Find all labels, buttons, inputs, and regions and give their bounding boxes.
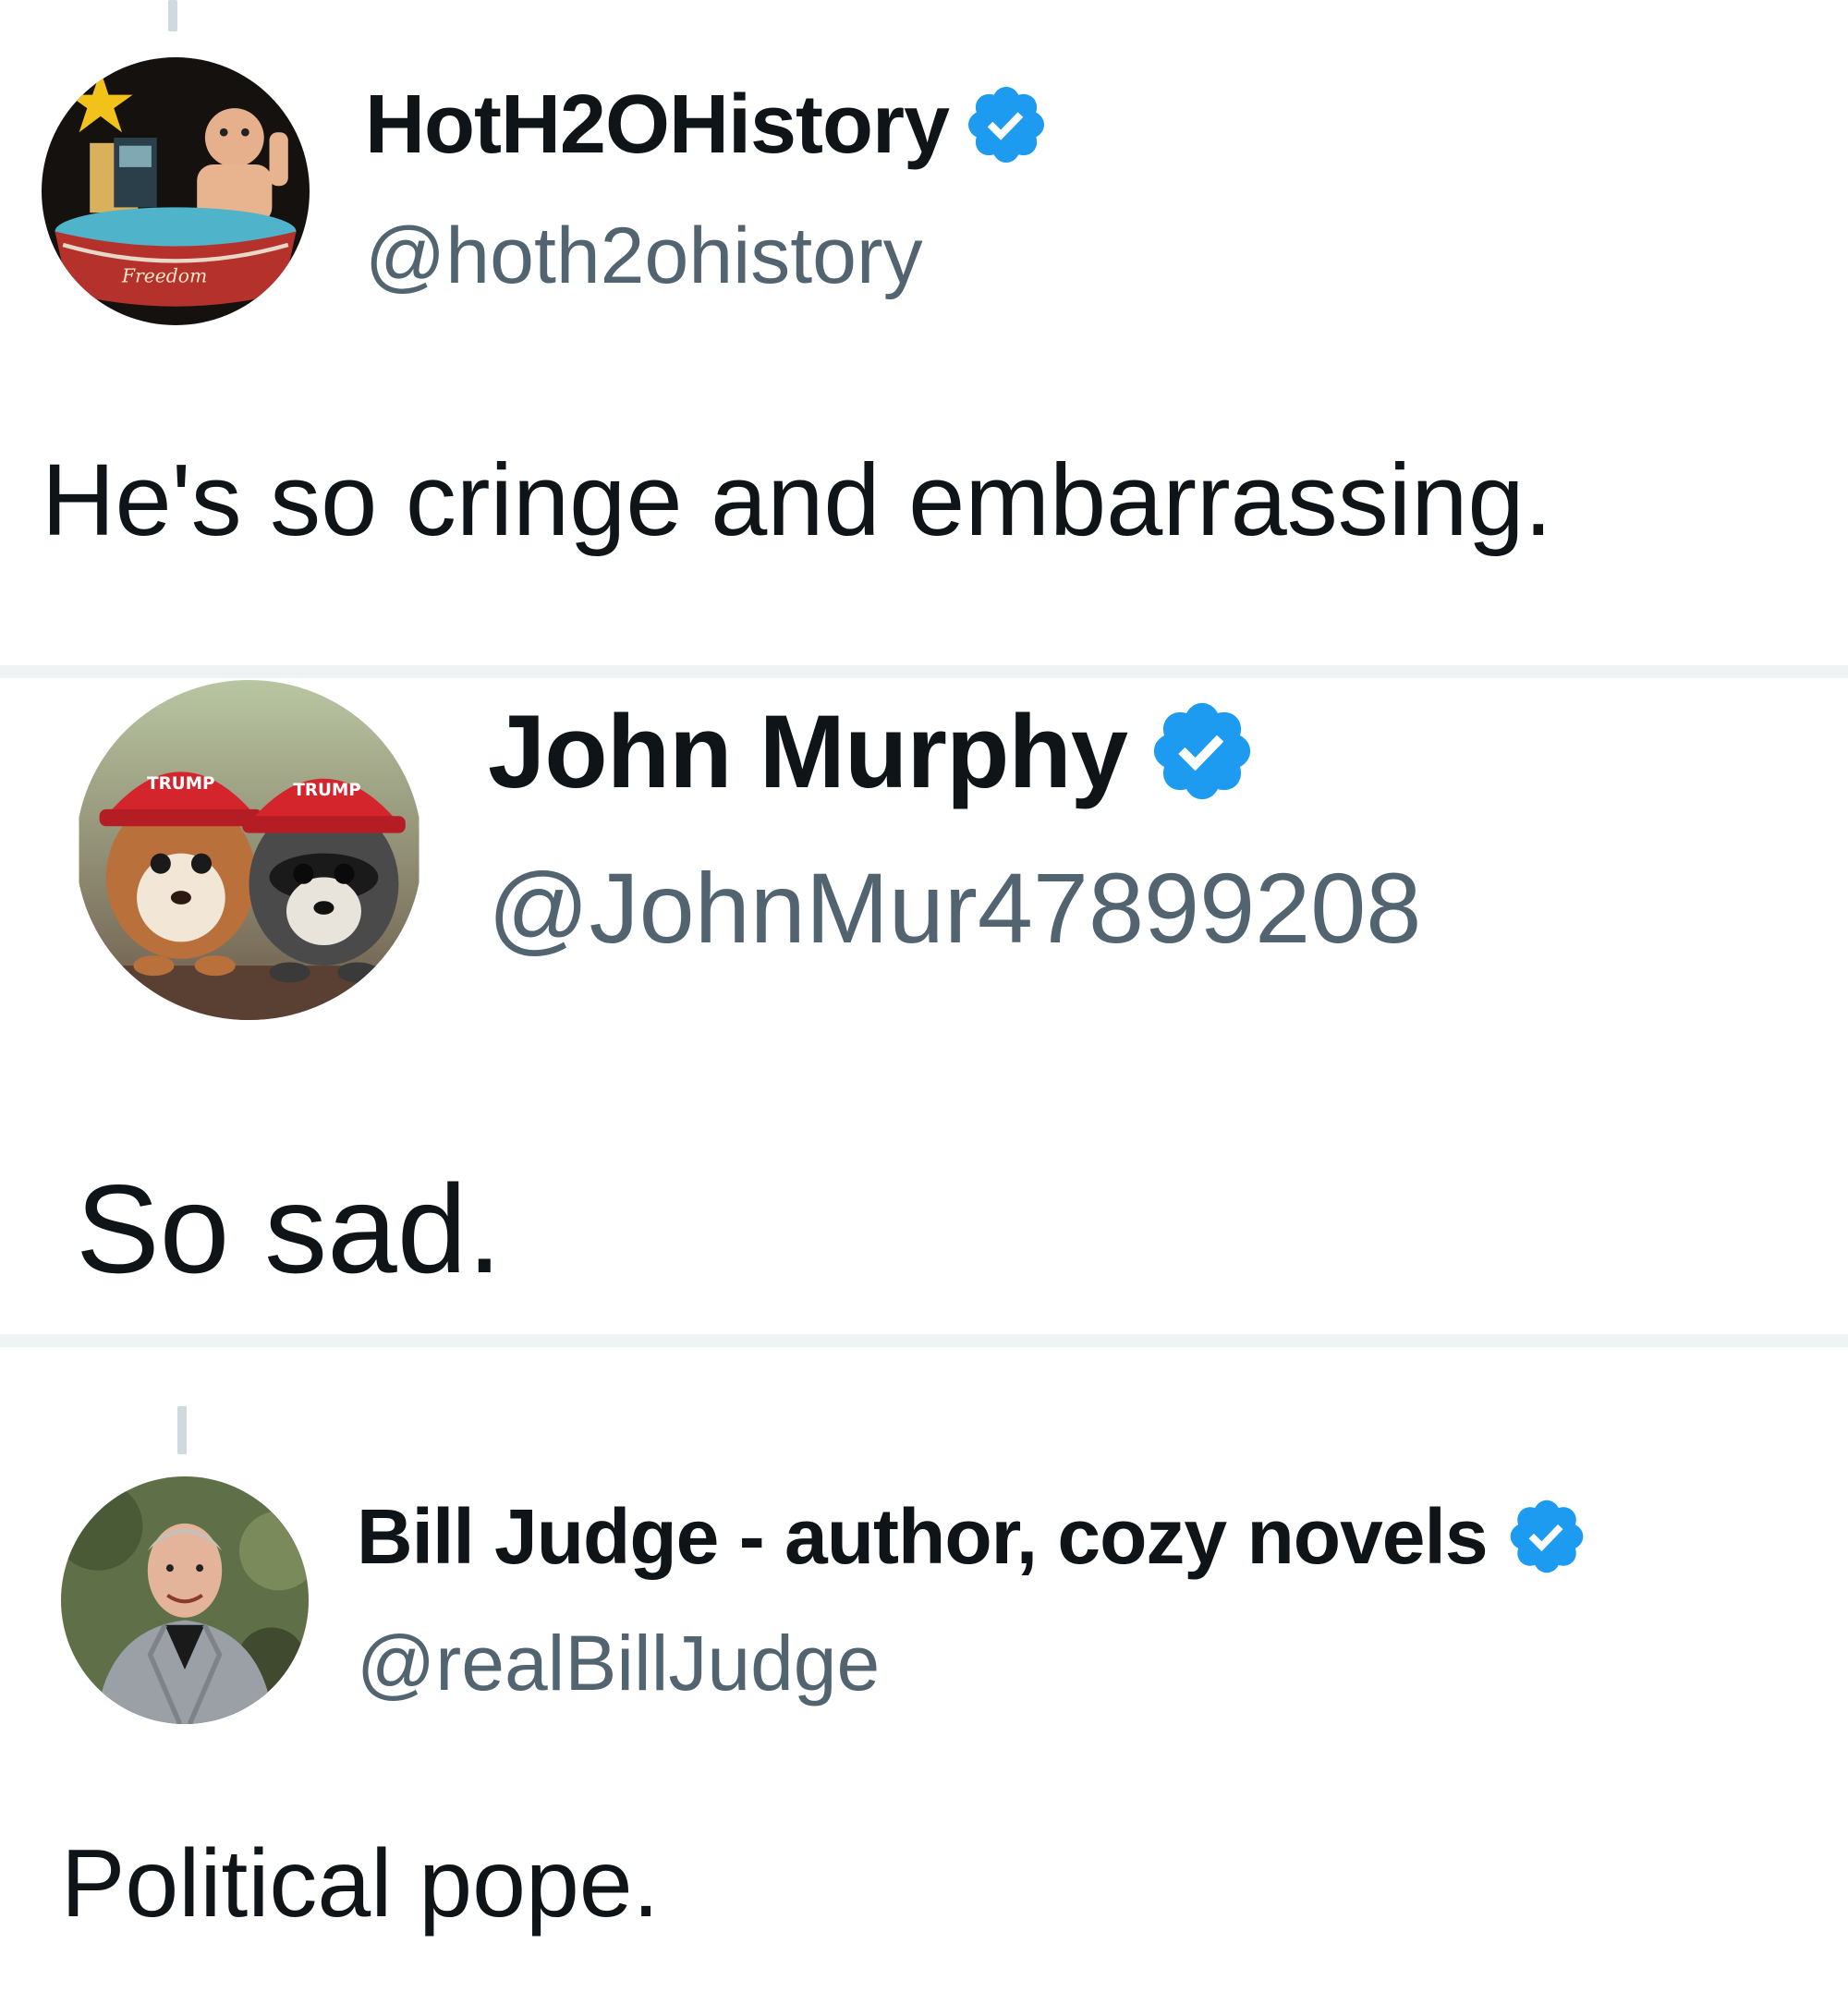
user-handle[interactable]: @JohnMur47899208 (488, 850, 1421, 965)
avatar-realbilljudge[interactable] (61, 1476, 309, 1724)
display-name[interactable]: John Murphy (488, 692, 1128, 811)
svg-text:TRUMP: TRUMP (293, 781, 360, 800)
display-name[interactable]: HotH2OHistory (365, 78, 950, 173)
svg-text:TRUMP: TRUMP (147, 774, 214, 794)
post-divider (0, 665, 1848, 678)
post-text: So sad. (76, 1159, 503, 1299)
verified-badge-icon (1504, 1494, 1589, 1579)
reply-post-3[interactable]: Bill Judge - author, cozy novels @realBi… (0, 1347, 1848, 2016)
user-handle[interactable]: @realBillJudge (357, 1619, 880, 1708)
animals-in-red-caps-avatar-image: TRUMP TRUMP (79, 680, 419, 1020)
post-divider (0, 1334, 1848, 1347)
name-row: HotH2OHistory (365, 76, 1051, 174)
user-handle[interactable]: @hoth2ohistory (365, 211, 923, 302)
avatar-hoth2ohistory[interactable]: Freedom (42, 57, 310, 325)
thread-connector-line (177, 1406, 187, 1454)
name-row: Bill Judge - author, cozy novels (357, 1491, 1589, 1582)
display-name[interactable]: Bill Judge - author, cozy novels (357, 1492, 1489, 1582)
hot-tub-avatar-image: Freedom (42, 57, 310, 325)
reply-post-2[interactable]: TRUMP TRUMP John Murphy @JohnMur47899208 (0, 678, 1848, 1334)
verified-badge-icon (1146, 695, 1258, 808)
thread-connector-line (168, 0, 177, 31)
svg-text:Freedom: Freedom (121, 265, 207, 287)
avatar-johnmurphy[interactable]: TRUMP TRUMP (76, 680, 422, 1020)
name-row: John Murphy (488, 693, 1258, 809)
verified-badge-icon (962, 80, 1051, 169)
post-text: Political pope. (61, 1830, 660, 1937)
post-text: He's so cringe and embarrassing. (42, 443, 1553, 557)
man-in-gray-suit-avatar-image (61, 1476, 309, 1724)
reply-post-1[interactable]: Freedom HotH2OHistory @hoth2ohistory He'… (0, 0, 1848, 665)
